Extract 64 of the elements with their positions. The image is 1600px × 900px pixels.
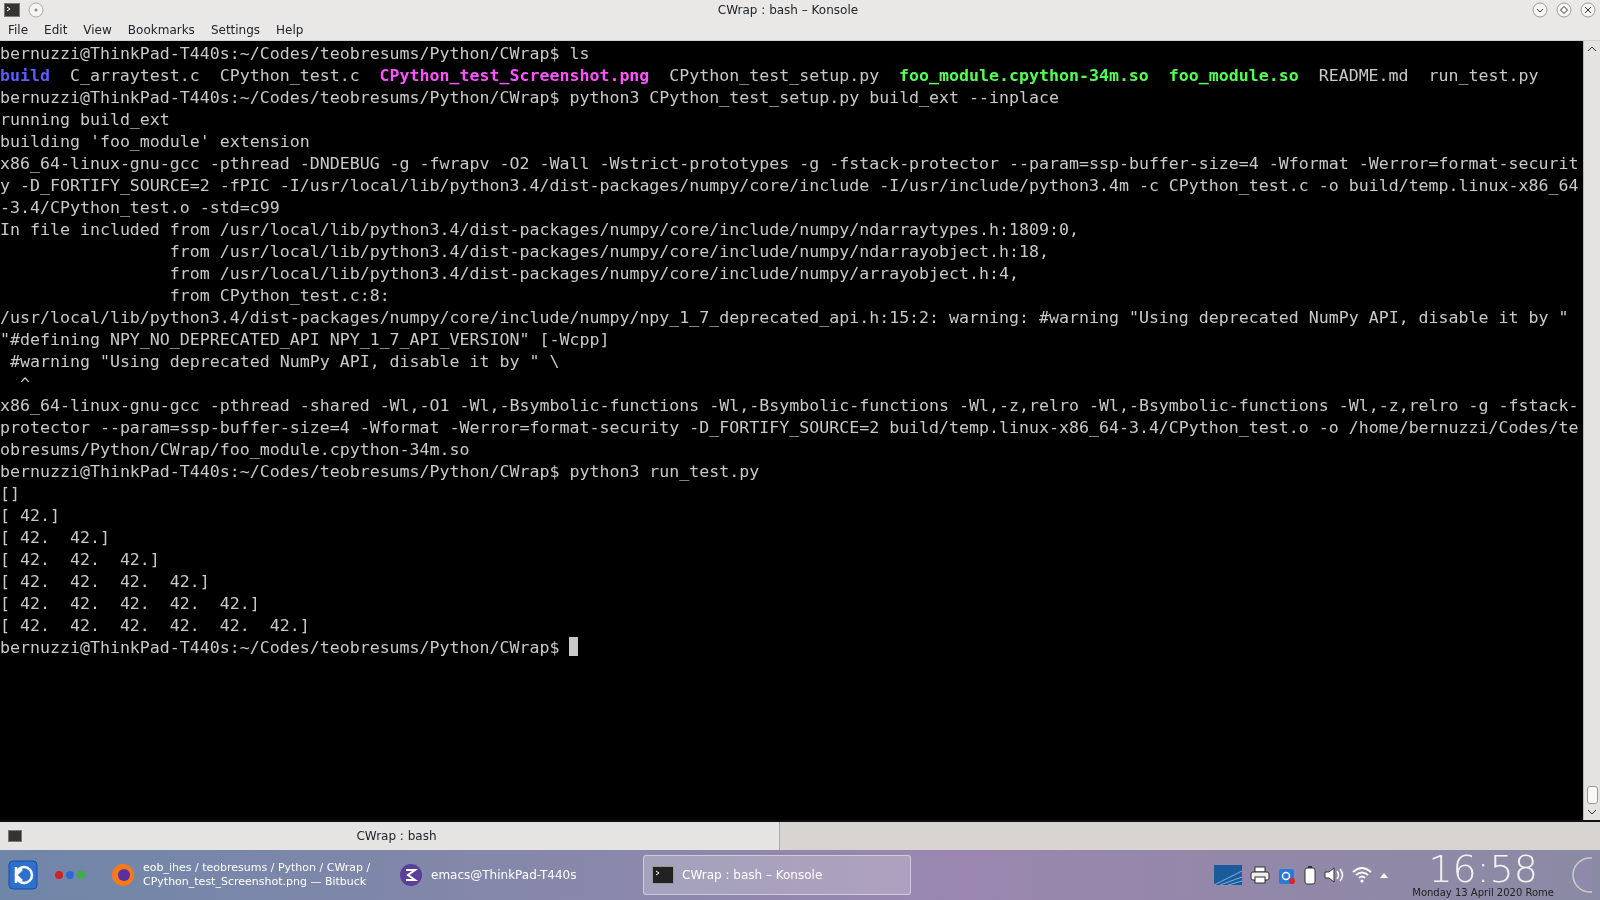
terminal-line: x86_64-linux-gnu-gcc -pthread -DNDEBUG -g -fwrapv -O2 -Wall -Wstrict-prototypes -g -fstack-protector --param=ssp-buffer-size=4 -Wformat -Werror=format-securit: [0, 153, 1580, 175]
menu-item[interactable]: Edit: [36, 20, 76, 40]
tab[interactable]: CWrap : bash: [0, 822, 780, 851]
terminal-line: [ 42. 42.]: [0, 527, 111, 549]
terminal-line: "#defining NPY_NO_DEPRECATED_API NPY_1_7_API_VERSION" [-Wcpp]: [0, 329, 611, 351]
terminal-line: obresums/Python/CWrap/foo_module.cpython-34m.so: [0, 439, 471, 461]
file-name: CPython_test.c: [219, 66, 360, 85]
terminal-icon: [4, 3, 20, 17]
pager-dots-icon[interactable]: [54, 870, 86, 881]
terminal-line: [ 42. 42. 42. 42.]: [0, 571, 211, 593]
scroll-thumb[interactable]: [1586, 786, 1598, 805]
terminal-line: protector --param=ssp-buffer-size=4 -Wformat -Werror=format-security -D_FORTIFY_SOURCE=2 build/temp.linux-x86_64-3.4/CPython_test.o -o /home/bernuzzi/Codes/te: [0, 417, 1580, 439]
terminal-line: y -D_FORTIFY_SOURCE=2 -fPIC -I/usr/local/lib/python3.4/dist-packages/numpy/core/include -I/usr/include/python3.4m -c CPython_test.c -o build/temp.linux-x86_64: [0, 175, 1580, 197]
terminal-icon: [8, 830, 22, 843]
terminal-line: ^: [18, 373, 31, 395]
terminal-line: -3.4/CPython_test.o -std=c99: [0, 197, 281, 219]
file-name: run_test.py: [1428, 66, 1539, 85]
file-name: foo_module.so: [1168, 66, 1299, 85]
terminal-line: /usr/local/lib/python3.4/dist-packages/numpy/core/include/numpy/npy_1_7_deprecated_api.h:15:2: warning: #warning "Using deprecated NumPy API, disable it by ": [0, 307, 1570, 329]
browser-icon: [111, 863, 135, 888]
terminal-line: building 'foo_module' extension: [0, 131, 311, 153]
terminal-line: [ 42. 42. 42.]: [0, 549, 161, 571]
expand-tray-icon[interactable]: [1380, 872, 1389, 879]
file-name: C_arraytest.c: [69, 66, 200, 85]
close-button[interactable]: [1580, 2, 1596, 18]
terminal-line: from /usr/local/lib/python3.4/dist-packages/numpy/core/include/numpy/ndarrayobject.h:18,: [168, 241, 1050, 263]
clock-date: Monday 13 April 2020 Rome: [1412, 887, 1554, 900]
window-title: CWrap : bash – Konsole: [716, 2, 860, 19]
file-name: build: [0, 66, 50, 85]
terminal-line: #warning "Using deprecated NumPy API, disable it by " \: [9, 351, 561, 373]
terminal-line: [ 42. 42. 42. 42. 42. 42.]: [0, 615, 311, 637]
terminal-line: []: [0, 483, 21, 505]
wifi-icon[interactable]: [1352, 866, 1373, 885]
terminal-line: bernuzzi@ThinkPad-T440s:~/Codes/teobresums/Python/CWrap$: [0, 637, 561, 659]
file-name: CPython_test_Screenshot.png: [379, 66, 650, 85]
app-launcher-icon[interactable]: [8, 860, 38, 891]
terminal-line: In file included from /usr/local/lib/python3.4/dist-packages/numpy/core/include/numpy/ndarraytypes.h:1809:0,: [0, 219, 1080, 241]
maximize-button[interactable]: [1556, 2, 1572, 18]
file-name: README.md: [1318, 66, 1409, 85]
terminal-line: from CPython_test.c:8:: [168, 285, 391, 307]
menu-item[interactable]: Help: [268, 20, 312, 40]
terminal-line: bernuzzi@ThinkPad-T440s:~/Codes/teobresums/Python/CWrap$ ls: [0, 43, 591, 65]
terminal-line: x86_64-linux-gnu-gcc -pthread -shared -Wl,-O1 -Wl,-Bsymbolic-functions -Wl,-Bsymbolic-functions -Wl,-z,relro -Wl,-Bsymbolic-functions -Wl,-z,relro -g -fstack-: [0, 395, 1580, 417]
emacs-icon: [399, 863, 423, 888]
panel-toggle-icon[interactable]: [1570, 857, 1592, 894]
terminal-line: from /usr/local/lib/python3.4/dist-packages/numpy/core/include/numpy/arrayobject.h:4,: [168, 263, 1020, 285]
volume-icon[interactable]: [1324, 866, 1345, 885]
terminal-line: bernuzzi@ThinkPad-T440s:~/Codes/teobresums/Python/CWrap$ python3 run_test.py: [0, 461, 761, 483]
printer-icon[interactable]: [1250, 866, 1271, 885]
minimize-button[interactable]: [1532, 2, 1548, 18]
task-button[interactable]: eob_ihes / teobresums / Python / CWrap / CPython_test_Screenshot.png — Bitbuck: [102, 855, 382, 896]
terminal-line: [ 42.]: [0, 505, 61, 527]
battery-icon[interactable]: [1304, 865, 1317, 886]
menu-item[interactable]: View: [75, 20, 120, 40]
scrollbar[interactable]: [1583, 41, 1600, 821]
menu-item[interactable]: Bookmarks: [119, 20, 203, 40]
file-name: CPython_test_setup.py: [669, 66, 880, 85]
menu-item[interactable]: Settings: [202, 20, 269, 40]
terminal-icon: [652, 866, 674, 885]
terminal-line: running build_ext: [0, 109, 171, 131]
file-name: foo_module.cpython-34m.so: [899, 66, 1149, 85]
menu-item[interactable]: File: [0, 20, 37, 40]
terminal-line: bernuzzi@ThinkPad-T440s:~/Codes/teobresums/Python/CWrap$ python3 CPython_test_setup.py build_ext --inplace: [0, 87, 1060, 109]
terminal-line: [ 42. 42. 42. 42. 42.]: [0, 593, 261, 615]
